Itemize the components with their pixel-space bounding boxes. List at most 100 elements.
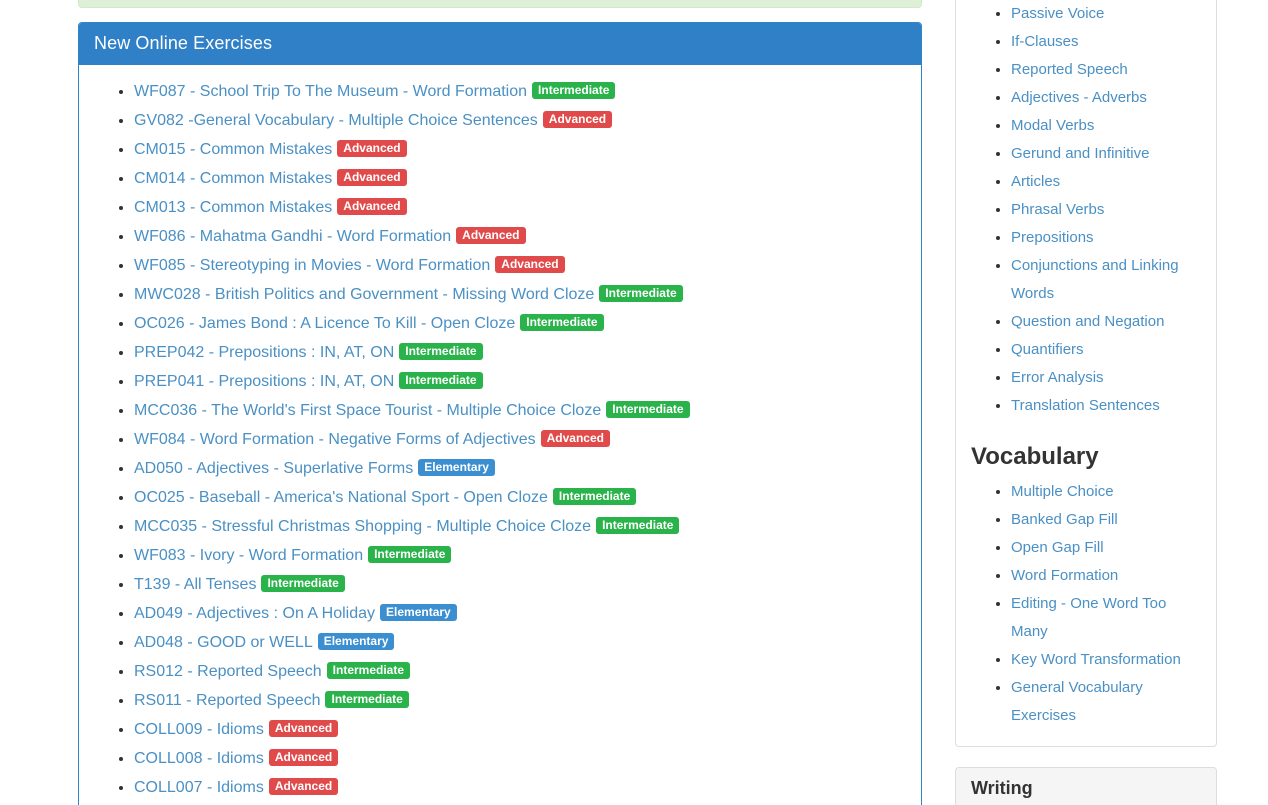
level-badge: Intermediate [368, 546, 451, 563]
level-badge: Elementary [380, 604, 457, 621]
exercise-list-item: CM015 - Common Mistakes Advanced [134, 135, 906, 164]
level-badge: Elementary [318, 633, 395, 650]
sidebar-link[interactable]: Gerund and Infinitive [1011, 145, 1149, 162]
exercise-link[interactable]: GV082 -General Vocabulary - Multiple Cho… [134, 112, 538, 129]
sidebar-list-item: Gerund and Infinitive [1011, 140, 1201, 168]
exercise-link[interactable]: PREP041 - Prepositions : IN, AT, ON [134, 373, 394, 390]
exercise-link[interactable]: RS012 - Reported Speech [134, 663, 322, 680]
level-badge: Intermediate [553, 488, 636, 505]
sidebar-link[interactable]: Open Gap Fill [1011, 539, 1104, 556]
grammar-vocabulary-panel: Grammar TensesPassive VoiceIf-ClausesRep… [955, 0, 1217, 747]
level-badge: Intermediate [606, 401, 689, 418]
sidebar-link[interactable]: If-Clauses [1011, 33, 1079, 50]
new-online-exercises-panel: New Online Exercises WF087 - School Trip… [78, 22, 922, 805]
exercise-link[interactable]: COLL007 - Idioms [134, 779, 264, 796]
exercise-link[interactable]: OC025 - Baseball - America's National Sp… [134, 489, 548, 506]
exercise-link[interactable]: MCC036 - The World's First Space Tourist… [134, 402, 601, 419]
sidebar-list-item: Adjectives - Adverbs [1011, 84, 1201, 112]
level-badge: Advanced [541, 430, 610, 447]
exercise-link[interactable]: CM013 - Common Mistakes [134, 199, 332, 216]
main-content-column: New Online Exercises WF087 - School Trip… [78, 22, 922, 805]
exercise-link[interactable]: COLL009 - Idioms [134, 721, 264, 738]
level-badge: Advanced [495, 256, 564, 273]
sidebar-link[interactable]: Articles [1011, 173, 1060, 190]
sidebar-link[interactable]: Translation Sentences [1011, 397, 1160, 414]
sidebar-link[interactable]: Passive Voice [1011, 5, 1104, 22]
exercise-list-item: COLL009 - IdiomsAdvanced [134, 715, 906, 744]
sidebar-list-item: General Vocabulary Exercises [1011, 674, 1201, 730]
exercise-list-item: T139 - All TensesIntermediate [134, 570, 906, 599]
sidebar-link[interactable]: Modal Verbs [1011, 117, 1094, 134]
exercise-link[interactable]: WF085 - Stereotyping in Movies - Word Fo… [134, 257, 490, 274]
panel-header: New Online Exercises [79, 23, 921, 65]
sidebar-link[interactable]: Question and Negation [1011, 313, 1164, 330]
exercise-link[interactable]: WF083 - Ivory - Word Formation [134, 547, 363, 564]
sidebar-link[interactable]: Phrasal Verbs [1011, 201, 1104, 218]
exercise-link[interactable]: MWC028 - British Politics and Government… [134, 286, 594, 303]
exercise-list-item: PREP042 - Prepositions : IN, AT, ON Inter… [134, 338, 906, 367]
sidebar-list-item: Passive Voice [1011, 0, 1201, 28]
sidebar-list-item: Translation Sentences [1011, 392, 1201, 420]
level-badge: Intermediate [327, 662, 410, 679]
sidebar-list-item: Word Formation [1011, 562, 1201, 590]
level-badge: Advanced [269, 749, 338, 766]
sidebar-link[interactable]: Reported Speech [1011, 61, 1128, 78]
exercise-link[interactable]: RS011 - Reported Speech [134, 692, 320, 709]
sidebar-link[interactable]: Conjunctions and Linking Words [1011, 257, 1179, 302]
sidebar-link[interactable]: Multiple Choice [1011, 483, 1114, 500]
sidebar-list-item: Modal Verbs [1011, 112, 1201, 140]
sidebar-list-item: Key Word Transformation [1011, 646, 1201, 674]
exercise-link[interactable]: CM015 - Common Mistakes [134, 141, 332, 158]
exercise-link[interactable]: COLL008 - Idioms [134, 750, 264, 767]
exercise-link[interactable]: OC026 - James Bond : A Licence To Kill -… [134, 315, 515, 332]
sidebar-link[interactable]: General Vocabulary Exercises [1011, 679, 1143, 724]
exercise-list-item: AD048 - GOOD or WELL Elementary [134, 628, 906, 657]
sidebar-link[interactable]: Error Analysis [1011, 369, 1104, 386]
sidebar-list-item: Multiple Choice [1011, 478, 1201, 506]
page-root: New Online Exercises WF087 - School Trip… [0, 0, 1268, 805]
level-badge: Advanced [337, 140, 406, 157]
level-badge: Advanced [456, 227, 525, 244]
sidebar-link[interactable]: Editing - One Word Too Many [1011, 595, 1166, 640]
sidebar-list-item: Error Analysis [1011, 364, 1201, 392]
exercise-link[interactable]: AD049 - Adjectives : On A Holiday [134, 605, 375, 622]
sidebar-link[interactable]: Word Formation [1011, 567, 1118, 584]
sidebar-column: Grammar TensesPassive VoiceIf-ClausesRep… [955, 0, 1217, 805]
exercise-link[interactable]: WF086 - Mahatma Gandhi - Word Formation [134, 228, 451, 245]
sidebar-link[interactable]: Prepositions [1011, 229, 1094, 246]
exercise-list-item: WF086 - Mahatma Gandhi - Word Formation A… [134, 222, 906, 251]
exercise-link[interactable]: MCC035 - Stressful Christmas Shopping - … [134, 518, 591, 535]
sidebar-list-item: Prepositions [1011, 224, 1201, 252]
sidebar-link[interactable]: Banked Gap Fill [1011, 511, 1118, 528]
exercise-link[interactable]: PREP042 - Prepositions : IN, AT, ON [134, 344, 394, 361]
exercise-list-item: OC026 - James Bond : A Licence To Kill -… [134, 309, 906, 338]
writing-panel: Writing [955, 767, 1217, 805]
level-badge: Intermediate [399, 343, 482, 360]
level-badge: Intermediate [325, 691, 408, 708]
exercise-link[interactable]: T139 - All Tenses [134, 576, 256, 593]
exercise-link[interactable]: CM014 - Common Mistakes [134, 170, 332, 187]
sidebar-list-item: Editing - One Word Too Many [1011, 590, 1201, 646]
exercise-list-item: COLL006 - IdiomsAdvanced [134, 802, 906, 805]
exercise-list-item: RS011 - Reported Speech Intermediate [134, 686, 906, 715]
sidebar-link[interactable]: Adjectives - Adverbs [1011, 89, 1147, 106]
exercise-list-item: MCC036 - The World's First Space Tourist… [134, 396, 906, 425]
exercise-list-item: WF083 - Ivory - Word Formation Intermedia… [134, 541, 906, 570]
exercise-link[interactable]: AD050 - Adjectives - Superlative Forms [134, 460, 413, 477]
sidebar-link[interactable]: Key Word Transformation [1011, 651, 1181, 668]
exercise-list-item: MCC035 - Stressful Christmas Shopping - … [134, 512, 906, 541]
page-title: New Online Exercises [94, 33, 906, 55]
grammar-list: TensesPassive VoiceIf-ClausesReported Sp… [971, 0, 1201, 420]
vocabulary-list: Multiple Choice Banked Gap Fill Open Gap F… [971, 478, 1201, 730]
exercise-link[interactable]: WF084 - Word Formation - Negative Forms … [134, 431, 536, 448]
sidebar-list-item: Conjunctions and Linking Words [1011, 252, 1201, 308]
vocabulary-heading: Vocabulary [971, 442, 1201, 472]
exercise-link[interactable]: WF087 - School Trip To The Museum - Word… [134, 83, 527, 100]
grammar-vocabulary-body: Grammar TensesPassive VoiceIf-ClausesRep… [956, 0, 1216, 746]
exercise-list-item: WF084 - Word Formation - Negative Forms … [134, 425, 906, 454]
sidebar-link[interactable]: Quantifiers [1011, 341, 1084, 358]
writing-heading: Writing [971, 778, 1201, 800]
exercise-link[interactable]: AD048 - GOOD or WELL [134, 634, 313, 651]
exercise-list-item: OC025 - Baseball - America's National Sp… [134, 483, 906, 512]
exercise-list-item: WF087 - School Trip To The Museum - Word… [134, 77, 906, 106]
